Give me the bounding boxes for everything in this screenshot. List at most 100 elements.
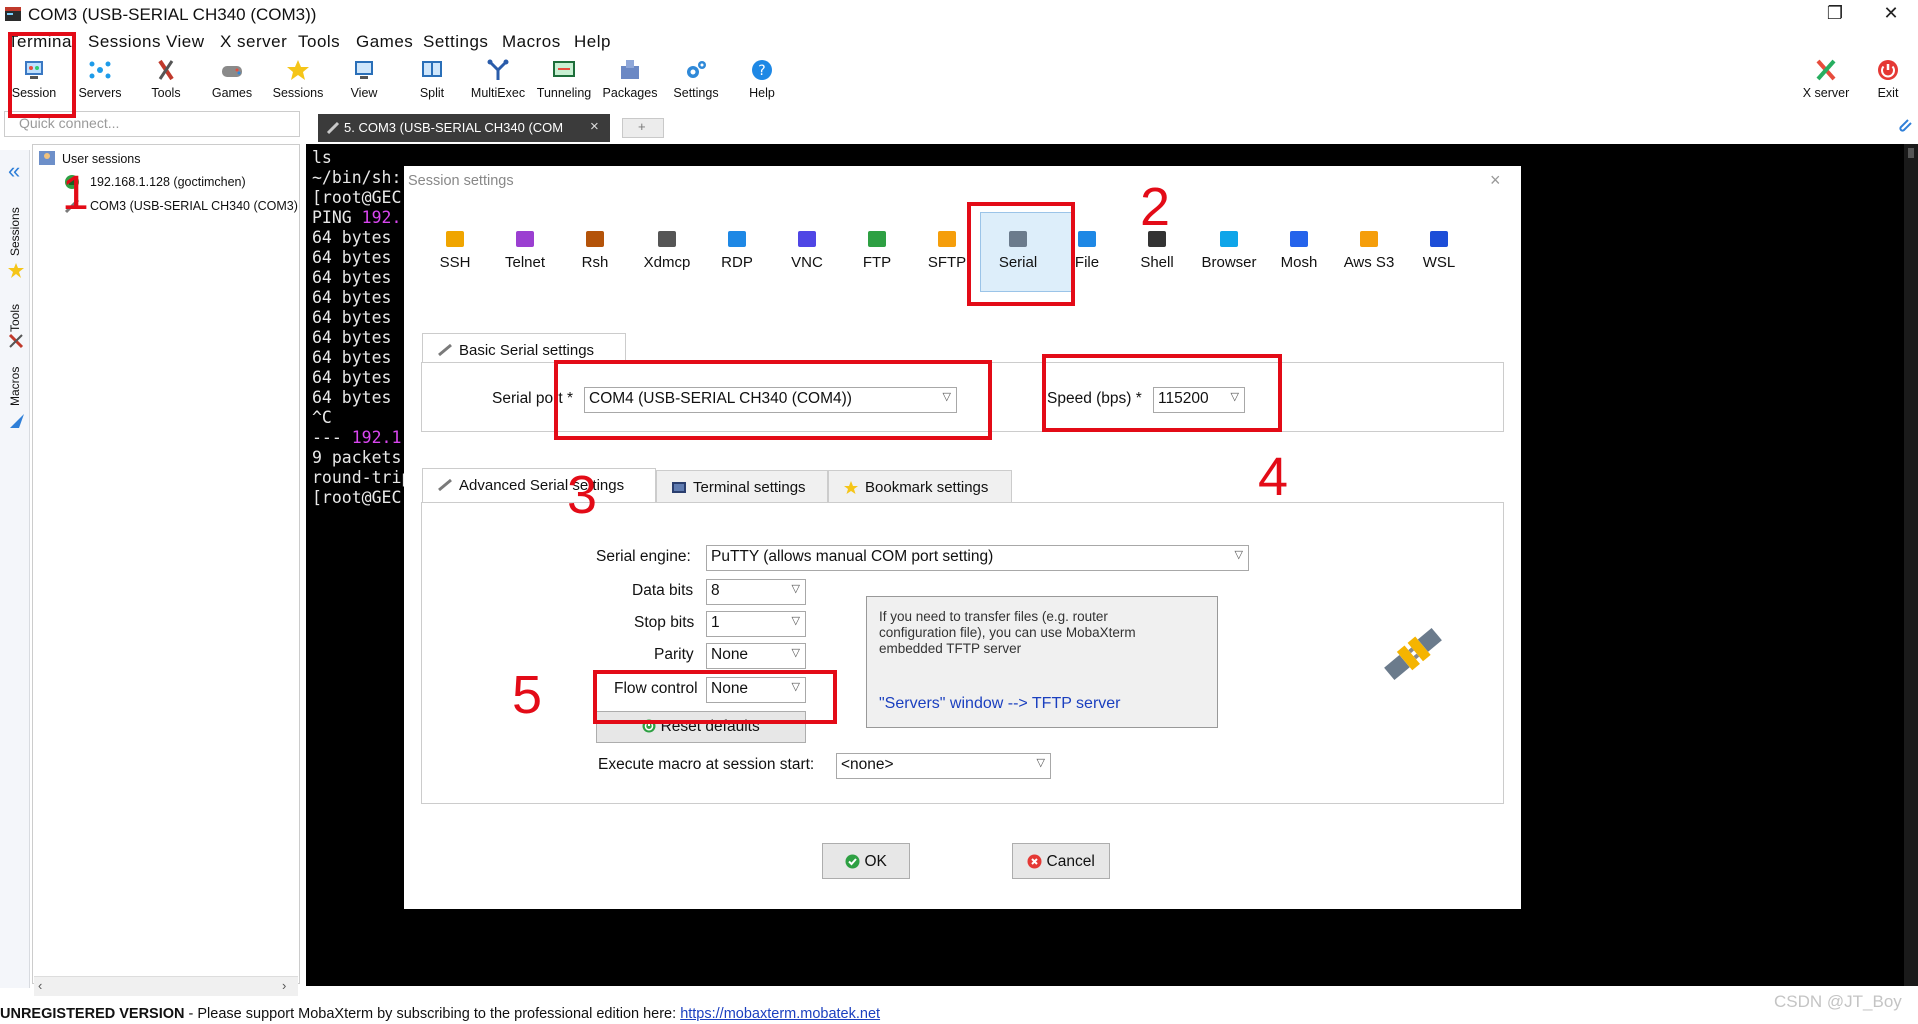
session-type-label: FTP	[862, 254, 892, 271]
annotation-box-serial	[967, 202, 1075, 306]
stop-bits-select[interactable]: 1 ▽	[706, 611, 806, 637]
menu-sessions[interactable]: Sessions	[88, 32, 161, 52]
xserver-icon	[1816, 59, 1836, 81]
tab-bookmark-settings[interactable]: Bookmark settings	[828, 470, 1012, 503]
tree-root-user-sessions[interactable]: User sessions	[62, 152, 141, 166]
stop-bits-label: Stop bits	[634, 614, 695, 631]
macro-value: <none>	[841, 756, 894, 773]
menu-settings[interactable]: Settings	[423, 32, 488, 52]
terminal-line: ls	[312, 148, 332, 167]
terminal-line: 64 bytes	[312, 308, 402, 327]
servers-button-label: Servers	[78, 86, 122, 100]
menu-tools[interactable]: Tools	[298, 32, 340, 52]
session-type-ssh[interactable]: SSH	[420, 228, 490, 272]
tab-advanced-serial[interactable]: Advanced Serial settings	[422, 468, 656, 503]
parity-select[interactable]: None ▽	[706, 643, 806, 669]
scroll-left-icon[interactable]: ‹	[38, 978, 42, 993]
menu-view[interactable]: View	[166, 32, 205, 52]
wsl-icon	[1430, 231, 1448, 247]
attach-icon[interactable]	[1896, 116, 1914, 134]
sessions-button[interactable]: Sessions	[266, 56, 330, 106]
new-tab-button[interactable]: +	[622, 118, 664, 138]
tab-close-icon[interactable]: ×	[590, 118, 599, 135]
session-type-wsl[interactable]: WSL	[1404, 228, 1474, 272]
watermark: CSDN @JT_Boy	[1774, 992, 1902, 1011]
tftp-info-text: If you need to transfer files (e.g. rout…	[879, 609, 1136, 656]
session-type-telnet[interactable]: Telnet	[490, 228, 560, 272]
session-type-aws-s3[interactable]: Aws S3	[1334, 228, 1404, 272]
session-type-mosh[interactable]: Mosh	[1264, 228, 1334, 272]
dialog-close-button[interactable]: ×	[1490, 170, 1501, 191]
menu-games[interactable]: Games	[356, 32, 413, 52]
sidebar-tab-macros[interactable]: Macros	[8, 360, 28, 420]
cancel-label: Cancel	[1046, 853, 1095, 870]
serial-engine-select[interactable]: PuTTY (allows manual COM port setting) ▽	[706, 545, 1249, 571]
check-icon	[845, 854, 860, 869]
exit-button[interactable]: Exit	[1860, 56, 1916, 106]
servers-icon	[89, 61, 111, 79]
terminal-scrollbar[interactable]	[1904, 144, 1918, 986]
multiexec-button[interactable]: MultiExec	[466, 56, 530, 106]
packages-button[interactable]: Packages	[598, 56, 662, 106]
terminal-ip-text: 192.1	[351, 428, 402, 447]
tree-item-ssh[interactable]: 192.168.1.128 (goctimchen)	[90, 175, 246, 189]
multiexec-button-label: MultiExec	[470, 86, 526, 100]
collapse-sidebar-icon[interactable]: «	[8, 158, 20, 184]
mobaxterm-link[interactable]: https://mobaxterm.mobatek.net	[680, 1006, 880, 1022]
tools-button[interactable]: Tools	[134, 56, 198, 106]
terminal-line: [root@GEC	[312, 188, 402, 207]
exit-button-label: Exit	[1877, 86, 1899, 100]
help-icon: ?	[752, 60, 772, 80]
menu-macros[interactable]: Macros	[502, 32, 561, 52]
terminal-line: 64 bytes	[312, 248, 402, 267]
tree-hscrollbar[interactable]: ‹ ›	[34, 976, 298, 996]
session-type-rdp[interactable]: RDP	[702, 228, 772, 272]
settings-button[interactable]: Settings	[664, 56, 728, 106]
annotation-number-5: 5	[512, 665, 543, 725]
terminal-icon	[672, 482, 686, 493]
macro-select[interactable]: <none> ▽	[836, 753, 1051, 779]
session-type-label: Shell	[1140, 254, 1174, 271]
serial-engine-label: Serial engine:	[596, 548, 691, 565]
data-bits-select[interactable]: 8 ▽	[706, 579, 806, 605]
status-bar: UNREGISTERED VERSION - Please support Mo…	[0, 1006, 1918, 1024]
scroll-right-icon[interactable]: ›	[282, 978, 286, 993]
games-button[interactable]: Games	[200, 56, 264, 106]
tunneling-button[interactable]: Tunneling	[532, 56, 596, 106]
close-window-button[interactable]: ✕	[1876, 3, 1906, 24]
session-type-label: Xdmcp	[643, 254, 691, 271]
dialog-title: Session settings	[408, 173, 514, 189]
star-icon	[844, 481, 858, 494]
session-type-vnc[interactable]: VNC	[772, 228, 842, 272]
rsh-icon	[586, 231, 604, 247]
star-icon	[287, 60, 309, 80]
servers-button[interactable]: Servers	[68, 56, 132, 106]
tab-com3[interactable]: 5. COM3 (USB-SERIAL CH340 (COM ×	[318, 114, 610, 142]
terminal-line: 64 bytes	[312, 388, 402, 407]
split-button[interactable]: Split	[400, 56, 464, 106]
tab-terminal-settings[interactable]: Terminal settings	[656, 470, 828, 503]
session-type-browser[interactable]: Browser	[1194, 228, 1264, 272]
session-type-rsh[interactable]: Rsh	[560, 228, 630, 272]
view-button[interactable]: View	[332, 56, 396, 106]
xserver-button[interactable]: X server	[1794, 56, 1858, 106]
session-type-ftp[interactable]: FTP	[842, 228, 912, 272]
ok-button[interactable]: OK	[822, 843, 910, 879]
scroll-thumb[interactable]	[1908, 148, 1914, 158]
power-icon	[1878, 60, 1898, 80]
terminal-line: --- 192.1	[312, 428, 402, 447]
cancel-button[interactable]: Cancel	[1012, 843, 1110, 879]
tftp-info-box: If you need to transfer files (e.g. rout…	[866, 596, 1218, 728]
tree-item-com3[interactable]: COM3 (USB-SERIAL CH340 (COM3))	[90, 199, 298, 213]
ssh-icon	[446, 231, 464, 247]
menu-xserver[interactable]: X server	[220, 32, 287, 52]
terminal-line: round-trip	[312, 468, 412, 487]
restore-button[interactable]: ❐	[1820, 3, 1850, 24]
chevron-down-icon: ▽	[1036, 757, 1045, 769]
tftp-server-link[interactable]: "Servers" window --> TFTP server	[879, 695, 1121, 713]
help-button[interactable]: ? Help	[730, 56, 794, 106]
tunneling-button-label: Tunneling	[536, 86, 592, 100]
tab-basic-serial[interactable]: Basic Serial settings	[422, 333, 626, 363]
menu-help[interactable]: Help	[574, 32, 611, 52]
session-type-xdmcp[interactable]: Xdmcp	[632, 228, 702, 272]
